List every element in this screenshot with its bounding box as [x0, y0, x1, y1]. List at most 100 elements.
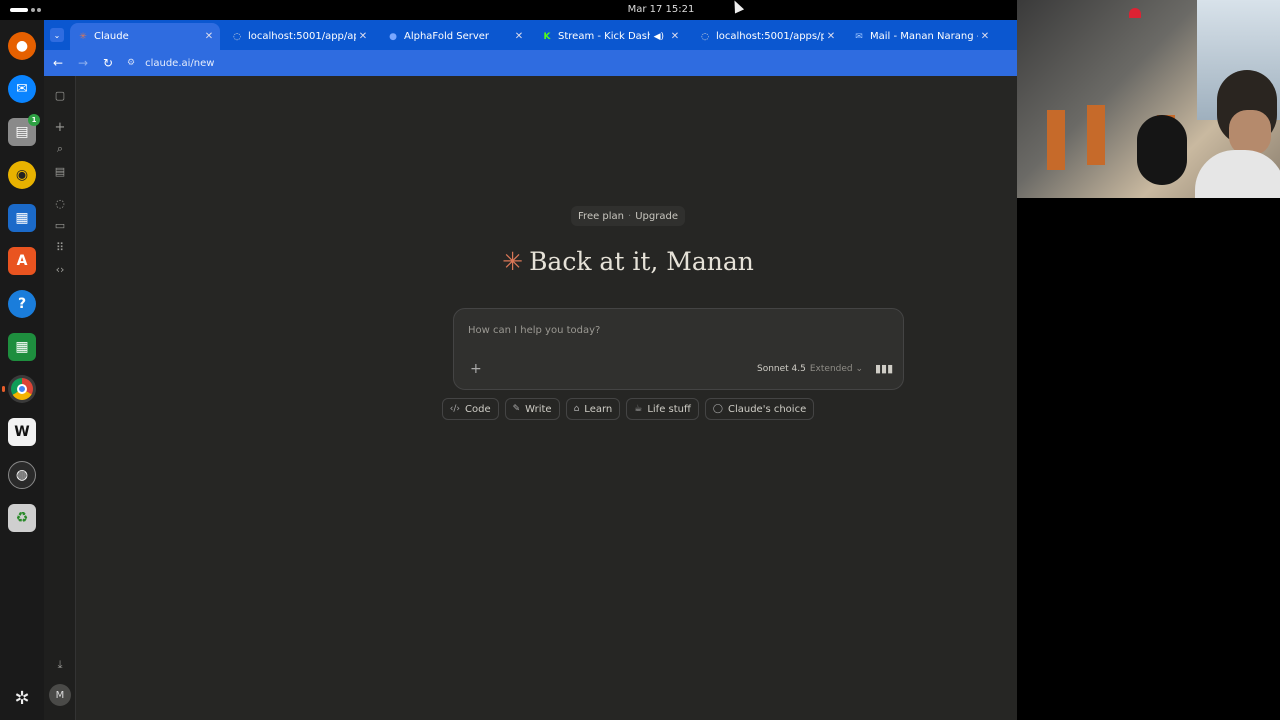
- obs-icon[interactable]: ◍: [8, 461, 36, 489]
- chip-label: Life stuff: [647, 403, 691, 415]
- claude-favicon-icon: ✳: [79, 31, 87, 42]
- greeting-text: Back at it, Manan: [529, 247, 754, 276]
- tab-label: Claude: [94, 31, 129, 42]
- back-arrow-icon[interactable]: ←: [47, 52, 69, 74]
- webcam-person-face: [1229, 110, 1271, 155]
- sidebar-toggle-icon[interactable]: ▢: [53, 88, 67, 102]
- wps-icon[interactable]: W: [8, 418, 36, 446]
- graduation-cap-icon: ⌂: [573, 404, 580, 414]
- browser-window: ⌄ ✳ Claude ✕ ◌ localhost:5001/app/app ✕ …: [44, 20, 1017, 720]
- globe-favicon-icon: ◌: [701, 31, 709, 42]
- pen-icon: ✎: [512, 404, 521, 414]
- tab-close-icon[interactable]: ✕: [668, 31, 682, 42]
- coffee-cup-icon: ☕: [634, 404, 643, 414]
- model-mode: Extended: [809, 364, 853, 374]
- suggestion-chips: ‹/› Code ✎ Write ⌂ Learn ☕ Life stuff ◯ Claud…: [77, 398, 1179, 420]
- browser-toolbar: ← → ↻ ⚙ claude.ai/new: [44, 50, 1017, 76]
- webcam-lamp: [1129, 8, 1141, 18]
- files-icon[interactable]: ▤ 1: [8, 114, 40, 146]
- projects-icon[interactable]: ▤: [53, 164, 67, 178]
- reload-icon[interactable]: ↻: [97, 52, 119, 74]
- site-info-icon[interactable]: ⚙: [127, 58, 135, 68]
- greeting: ✳ Back at it, Manan: [77, 247, 1179, 276]
- chip-label: Claude's choice: [727, 403, 807, 415]
- firefox-icon[interactable]: ●: [8, 32, 36, 60]
- chip-learn[interactable]: ⌂ Learn: [565, 398, 621, 420]
- upgrade-link[interactable]: Upgrade: [635, 211, 678, 222]
- model-selector[interactable]: Sonnet 4.5 Extended ⌄: [757, 364, 863, 374]
- tab-close-icon[interactable]: ✕: [978, 31, 992, 42]
- chats-icon[interactable]: ◌: [53, 196, 67, 210]
- model-name: Sonnet 4.5: [757, 364, 806, 374]
- webcam-overlay: [1017, 0, 1280, 198]
- tab-label: Mail - Manan Narang - O: [870, 31, 978, 42]
- code-icon[interactable]: ‹›: [53, 262, 67, 276]
- address-bar[interactable]: ⚙ claude.ai/new: [127, 53, 214, 73]
- address-text[interactable]: claude.ai/new: [145, 58, 214, 69]
- apps-grid-icon[interactable]: ✲: [8, 684, 36, 712]
- tab-claude[interactable]: ✳ Claude ✕: [70, 23, 220, 50]
- plan-label: Free plan: [578, 210, 625, 222]
- tab-label: localhost:5001/apps/ph: [716, 31, 824, 42]
- chip-code[interactable]: ‹/› Code: [441, 398, 499, 420]
- composer[interactable]: How can I help you today? + Sonnet 4.5 Ex…: [453, 308, 904, 390]
- voice-mode-icon[interactable]: ▮▮▮: [875, 362, 893, 375]
- avatar[interactable]: M: [49, 684, 71, 706]
- webcam-person-body: [1195, 150, 1280, 198]
- artifacts-icon[interactable]: ⠿: [53, 240, 67, 254]
- chip-label: Learn: [584, 403, 613, 415]
- tab-close-icon[interactable]: ✕: [512, 31, 526, 42]
- new-chat-icon[interactable]: +: [53, 120, 67, 135]
- help-icon[interactable]: ?: [8, 290, 36, 318]
- tab-alphafold[interactable]: ● AlphaFold Server ✕: [380, 23, 530, 50]
- calc-icon[interactable]: ▦: [8, 333, 36, 361]
- chrome-icon[interactable]: [2, 375, 36, 403]
- tab-mail[interactable]: ✉ Mail - Manan Narang - O ✕: [846, 23, 996, 50]
- search-icon[interactable]: ⌕: [53, 142, 67, 156]
- lightbulb-icon: ◯: [712, 404, 723, 414]
- chevron-down-icon: ⌄: [855, 364, 864, 374]
- mail-favicon-icon: ✉: [855, 31, 863, 42]
- chip-claudes-choice[interactable]: ◯ Claude's choice: [704, 398, 815, 420]
- tab-localhost-app[interactable]: ◌ localhost:5001/app/app ✕: [224, 23, 374, 50]
- webcam-stool: [1047, 110, 1065, 170]
- kick-favicon-icon: K: [543, 31, 551, 42]
- tab-strip: ⌄ ✳ Claude ✕ ◌ localhost:5001/app/app ✕ …: [44, 20, 1017, 50]
- rhythmbox-icon[interactable]: ◉: [8, 161, 36, 189]
- webcam-microphone: [1137, 115, 1187, 185]
- globe-favicon-icon: ◌: [233, 31, 241, 42]
- chip-label: Code: [465, 403, 491, 415]
- claude-main: Free plan · Upgrade ✳ Back at it, Manan H…: [77, 76, 1017, 720]
- chip-label: Write: [525, 403, 552, 415]
- trash-icon[interactable]: ♻: [8, 504, 36, 532]
- tab-label: localhost:5001/app/app: [248, 31, 356, 42]
- tab-close-icon[interactable]: ✕: [356, 31, 370, 42]
- app-center-icon[interactable]: A: [8, 247, 36, 275]
- thunderbird-icon[interactable]: ✉: [8, 75, 36, 103]
- tab-close-icon[interactable]: ✕: [202, 31, 216, 42]
- forward-arrow-icon[interactable]: →: [72, 52, 94, 74]
- claude-logo-icon: ✳: [502, 247, 524, 276]
- archive-icon[interactable]: ▭: [53, 218, 67, 232]
- tab-close-icon[interactable]: ✕: [824, 31, 838, 42]
- code-icon: ‹/›: [449, 404, 461, 414]
- tab-localhost-apps[interactable]: ◌ localhost:5001/apps/ph ✕: [692, 23, 842, 50]
- tab-label: Stream - Kick Dashbo: [558, 31, 650, 42]
- audio-playing-icon[interactable]: ◀): [654, 32, 664, 42]
- separator-dot: ·: [628, 210, 632, 222]
- dock: ● ✉ ▤ 1 ◉ ▦ A ? ▦ W ◍ ♻ ✲: [0, 20, 44, 720]
- tab-kick-dashboard[interactable]: K Stream - Kick Dashbo ◀) ✕: [534, 23, 686, 50]
- alphafold-favicon-icon: ●: [389, 31, 397, 42]
- tab-label: AlphaFold Server: [404, 31, 490, 42]
- attach-icon[interactable]: +: [470, 361, 482, 377]
- chip-write[interactable]: ✎ Write: [504, 398, 560, 420]
- composer-input[interactable]: How can I help you today?: [468, 325, 600, 336]
- download-icon[interactable]: ⤓: [53, 658, 67, 672]
- files-badge: 1: [28, 114, 40, 126]
- claude-sidebar: ▢ + ⌕ ▤ ◌ ▭ ⠿ ‹› ⤓ M: [44, 76, 76, 720]
- webcam-stool: [1087, 105, 1105, 165]
- tab-search-icon[interactable]: ⌄: [50, 28, 64, 42]
- chip-life-stuff[interactable]: ☕ Life stuff: [626, 398, 699, 420]
- plan-badge: Free plan · Upgrade: [571, 206, 685, 226]
- writer-icon[interactable]: ▦: [8, 204, 36, 232]
